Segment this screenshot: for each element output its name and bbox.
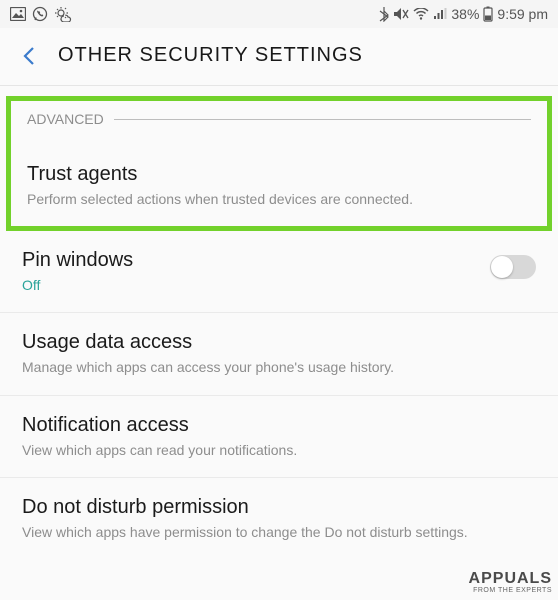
pin-windows-row[interactable]: Pin windows Off bbox=[0, 231, 558, 313]
row-text: Do not disturb permission View which app… bbox=[22, 496, 536, 541]
notification-access-row[interactable]: Notification access View which apps can … bbox=[0, 396, 558, 478]
bluetooth-icon bbox=[379, 6, 389, 22]
trust-agents-row[interactable]: Trust agents Perform selected actions wh… bbox=[11, 135, 547, 208]
header: OTHER SECURITY SETTINGS bbox=[0, 28, 558, 86]
row-title: Notification access bbox=[22, 414, 536, 437]
status-right: 38% 9:59 pm bbox=[379, 6, 548, 22]
mute-icon bbox=[393, 7, 409, 21]
whatsapp-icon bbox=[32, 6, 48, 22]
dnd-permission-row[interactable]: Do not disturb permission View which app… bbox=[0, 478, 558, 559]
watermark: APPUALS FROM THE EXPERTS bbox=[469, 571, 552, 594]
battery-percent: 38% bbox=[451, 6, 479, 22]
watermark-brand: APPUALS bbox=[469, 571, 552, 587]
wifi-icon bbox=[413, 8, 429, 20]
section-label: ADVANCED bbox=[27, 111, 104, 127]
battery-icon bbox=[483, 6, 493, 22]
pin-windows-toggle[interactable] bbox=[490, 255, 536, 279]
row-text: Trust agents Perform selected actions wh… bbox=[27, 163, 531, 208]
clock-time: 9:59 pm bbox=[497, 6, 548, 22]
row-subtitle: View which apps have permission to chang… bbox=[22, 523, 536, 541]
row-text: Pin windows Off bbox=[22, 249, 478, 294]
advanced-section-header: ADVANCED bbox=[11, 101, 547, 135]
signal-icon bbox=[433, 8, 447, 20]
back-button[interactable] bbox=[18, 45, 40, 67]
row-title: Usage data access bbox=[22, 331, 536, 354]
chevron-left-icon bbox=[20, 45, 38, 67]
divider-line bbox=[114, 119, 531, 120]
usage-data-access-row[interactable]: Usage data access Manage which apps can … bbox=[0, 313, 558, 395]
status-bar: 38% 9:59 pm bbox=[0, 0, 558, 28]
status-left bbox=[10, 6, 72, 22]
row-subtitle: Manage which apps can access your phone'… bbox=[22, 358, 536, 376]
toggle-knob bbox=[491, 256, 513, 278]
image-icon bbox=[10, 7, 26, 21]
page-title: OTHER SECURITY SETTINGS bbox=[58, 44, 363, 67]
watermark-tagline: FROM THE EXPERTS bbox=[469, 587, 552, 594]
row-title: Do not disturb permission bbox=[22, 496, 536, 519]
highlight-box: ADVANCED Trust agents Perform selected a… bbox=[6, 96, 552, 231]
row-subtitle: View which apps can read your notificati… bbox=[22, 441, 536, 459]
row-title: Trust agents bbox=[27, 163, 531, 186]
weather-icon bbox=[54, 6, 72, 22]
row-text: Usage data access Manage which apps can … bbox=[22, 331, 536, 376]
row-subtitle: Perform selected actions when trusted de… bbox=[27, 190, 531, 208]
row-title: Pin windows bbox=[22, 249, 478, 272]
row-subtitle: Off bbox=[22, 276, 478, 294]
row-text: Notification access View which apps can … bbox=[22, 414, 536, 459]
